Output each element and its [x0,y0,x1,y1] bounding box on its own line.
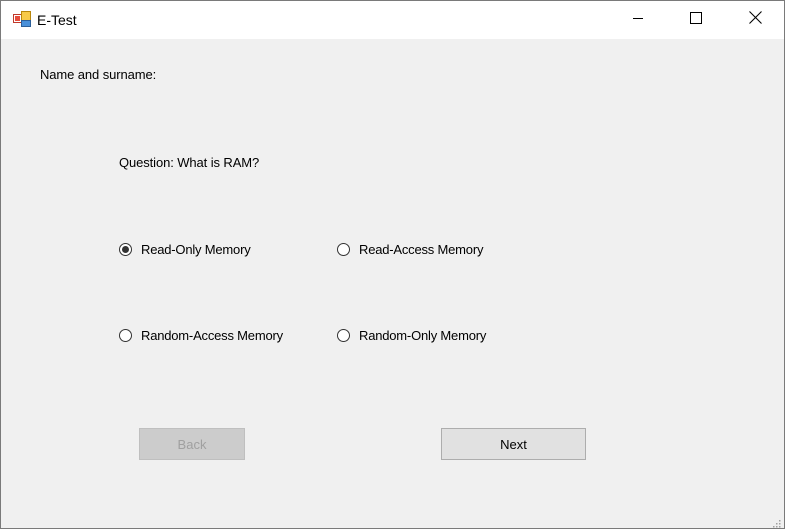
option-label: Random-Only Memory [359,328,487,343]
form-app-icon [13,11,31,27]
radio-indicator [337,243,350,256]
minimize-icon [632,11,644,29]
next-button[interactable]: Next [441,428,586,460]
maximize-icon [690,11,702,29]
resize-grip-icon[interactable] [771,515,781,528]
option-read-only-memory[interactable]: Read-Only Memory [119,242,251,257]
name-surname-label: Name and surname: [40,67,157,82]
app-window: E-Test Name and surname: Question: What … [0,0,785,529]
radio-indicator [119,329,132,342]
close-button[interactable] [726,1,784,39]
radio-selected-indicator [119,243,132,256]
maximize-button[interactable] [667,1,725,39]
window-title: E-Test [37,12,77,28]
option-label: Read-Access Memory [359,242,484,257]
close-icon [748,11,762,29]
option-label: Read-Only Memory [141,242,251,257]
title-bar[interactable]: E-Test [1,1,784,39]
option-random-access-memory[interactable]: Random-Access Memory [119,328,283,343]
option-read-access-memory[interactable]: Read-Access Memory [337,242,483,257]
option-random-only-memory[interactable]: Random-Only Memory [337,328,486,343]
minimize-button[interactable] [609,1,667,39]
question-label: Question: What is RAM? [119,155,260,170]
back-button[interactable]: Back [139,428,245,460]
form-body: Name and surname: Question: What is RAM?… [1,39,784,528]
option-label: Random-Access Memory [141,328,283,343]
radio-indicator [337,329,350,342]
